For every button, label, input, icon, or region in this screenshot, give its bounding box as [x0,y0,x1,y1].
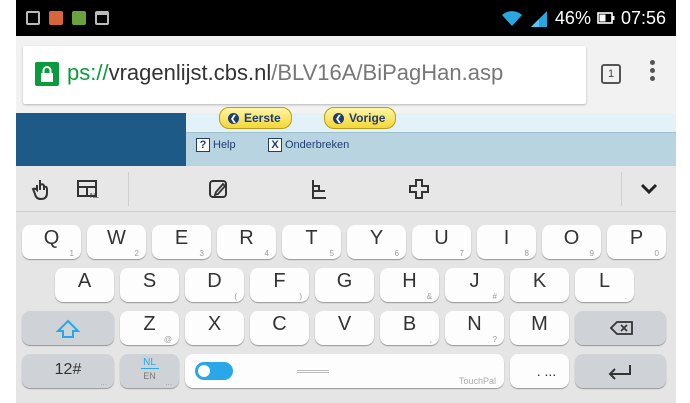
key-y[interactable]: Y6 [347,225,406,259]
language-key-hint: ... [165,378,172,387]
key-p[interactable]: P0 [607,225,666,259]
back-arrow-icon: ❮ [333,112,344,124]
key-g[interactable]: G [315,268,374,302]
clock: 07:56 [620,7,666,28]
key-l[interactable]: L. [575,268,634,302]
first-page-label: Eerste [244,111,281,125]
cursor-select-icon[interactable] [306,176,332,202]
signal-icon [530,11,547,27]
keyboard-toolbar: NL [16,166,676,212]
space-key[interactable]: TouchPal [185,354,504,388]
key-s[interactable]: S [120,268,179,302]
url-path: /BLV16A/BiPagHan.asp [271,60,504,85]
key-k[interactable]: K [510,268,569,302]
key-b[interactable]: B, [380,311,439,345]
space-bar-line [297,370,329,373]
enter-icon [608,365,631,380]
key-z[interactable]: Z @ [120,311,179,345]
battery-percent: 46% [554,7,591,28]
touchpal-logo: TouchPal [458,376,496,386]
web-left-panel [16,113,186,166]
overflow-menu-button[interactable] [646,60,658,90]
key-t[interactable]: T5 [282,225,341,259]
key-u[interactable]: U7 [412,225,471,259]
move-icon[interactable] [406,176,432,202]
interrupt-link[interactable]: X Onderbreken [268,138,349,152]
language-top: NL [140,357,159,369]
battery-icon [597,12,615,24]
previous-page-label: Vorige [349,111,386,125]
key-w[interactable]: W2 [87,225,146,259]
key-v[interactable]: V [315,311,374,345]
language-key[interactable]: NL EN ... [120,354,179,388]
key-a[interactable]: A [55,268,114,302]
key-r[interactable]: R4 [217,225,276,259]
url-host: vragenlijst.cbs.nl [108,60,272,85]
key-o[interactable]: O9 [542,225,601,259]
key-q[interactable]: Q1 [22,225,81,259]
toolbar-divider [621,172,622,206]
shift-key[interactable] [22,311,114,345]
backspace-key[interactable] [575,311,666,345]
touch-gesture-icon[interactable] [28,176,54,202]
help-label: Help [213,139,236,151]
toolbar-divider [128,172,129,206]
numbers-key-hint: ... [100,378,107,387]
url-text: ps://vragenlijst.cbs.nl/BLV16A/BiPagHan.… [67,60,503,86]
edit-icon[interactable] [206,176,232,202]
clipboard-icon [95,11,109,25]
app-green-icon [72,11,86,25]
help-link[interactable]: ? Help [196,138,236,152]
period-key[interactable]: . ... [510,354,569,388]
layout-badge: NL [90,193,99,200]
key-h[interactable]: H & [380,268,439,302]
enter-key[interactable] [575,354,666,388]
key-f[interactable]: F) [250,268,309,302]
lock-icon [35,62,59,86]
first-page-button[interactable]: ❮ Eerste [219,107,292,129]
status-bar: 46% 07:56 [16,0,676,36]
tab-switcher-button[interactable]: 1 [601,64,621,84]
close-icon: X [268,138,282,152]
key-j[interactable]: J # [445,268,504,302]
key-e[interactable]: E3 [152,225,211,259]
toggle-switch[interactable] [195,362,233,380]
backspace-icon [609,321,633,335]
period-key-label: . ... [536,363,557,379]
key-n[interactable]: N? [445,311,504,345]
key-m[interactable]: M [510,311,569,345]
square-outline-icon [26,11,40,25]
keyboard-layout-icon[interactable]: NL [76,176,102,202]
key-i[interactable]: I8 [477,225,536,259]
status-right: 46% 07:56 [501,7,666,29]
numbers-key-label: 12# [54,361,82,378]
browser-toolbar: ps://vragenlijst.cbs.nl/BLV16A/BiPagHan.… [16,36,676,113]
help-icon: ? [196,138,210,152]
phone-screen: 46% 07:56 ps://vragenlijst.cbs.nl/BLV16A… [16,0,676,403]
collapse-chevron-icon[interactable] [636,176,662,202]
web-links-strip [186,132,676,166]
app-orange-icon [49,11,63,25]
key-d[interactable]: D( [185,268,244,302]
shift-icon [55,319,81,338]
back-arrow-icon: ❮ [228,112,239,124]
url-scheme: ps:// [67,60,109,85]
key-c[interactable]: C [250,311,309,345]
web-nav-strip: ❮ Eerste ❮ Vorige [186,107,676,132]
web-content: ❮ Eerste ❮ Vorige ? Help X Onderbreken [16,107,676,166]
interrupt-label: Onderbreken [285,139,350,151]
key-x[interactable]: X [185,311,244,345]
previous-page-button[interactable]: ❮ Vorige [324,107,397,129]
numbers-key[interactable]: 12# ... [22,354,114,388]
address-bar[interactable]: ps://vragenlijst.cbs.nl/BLV16A/BiPagHan.… [23,46,586,104]
wifi-icon [501,11,522,26]
